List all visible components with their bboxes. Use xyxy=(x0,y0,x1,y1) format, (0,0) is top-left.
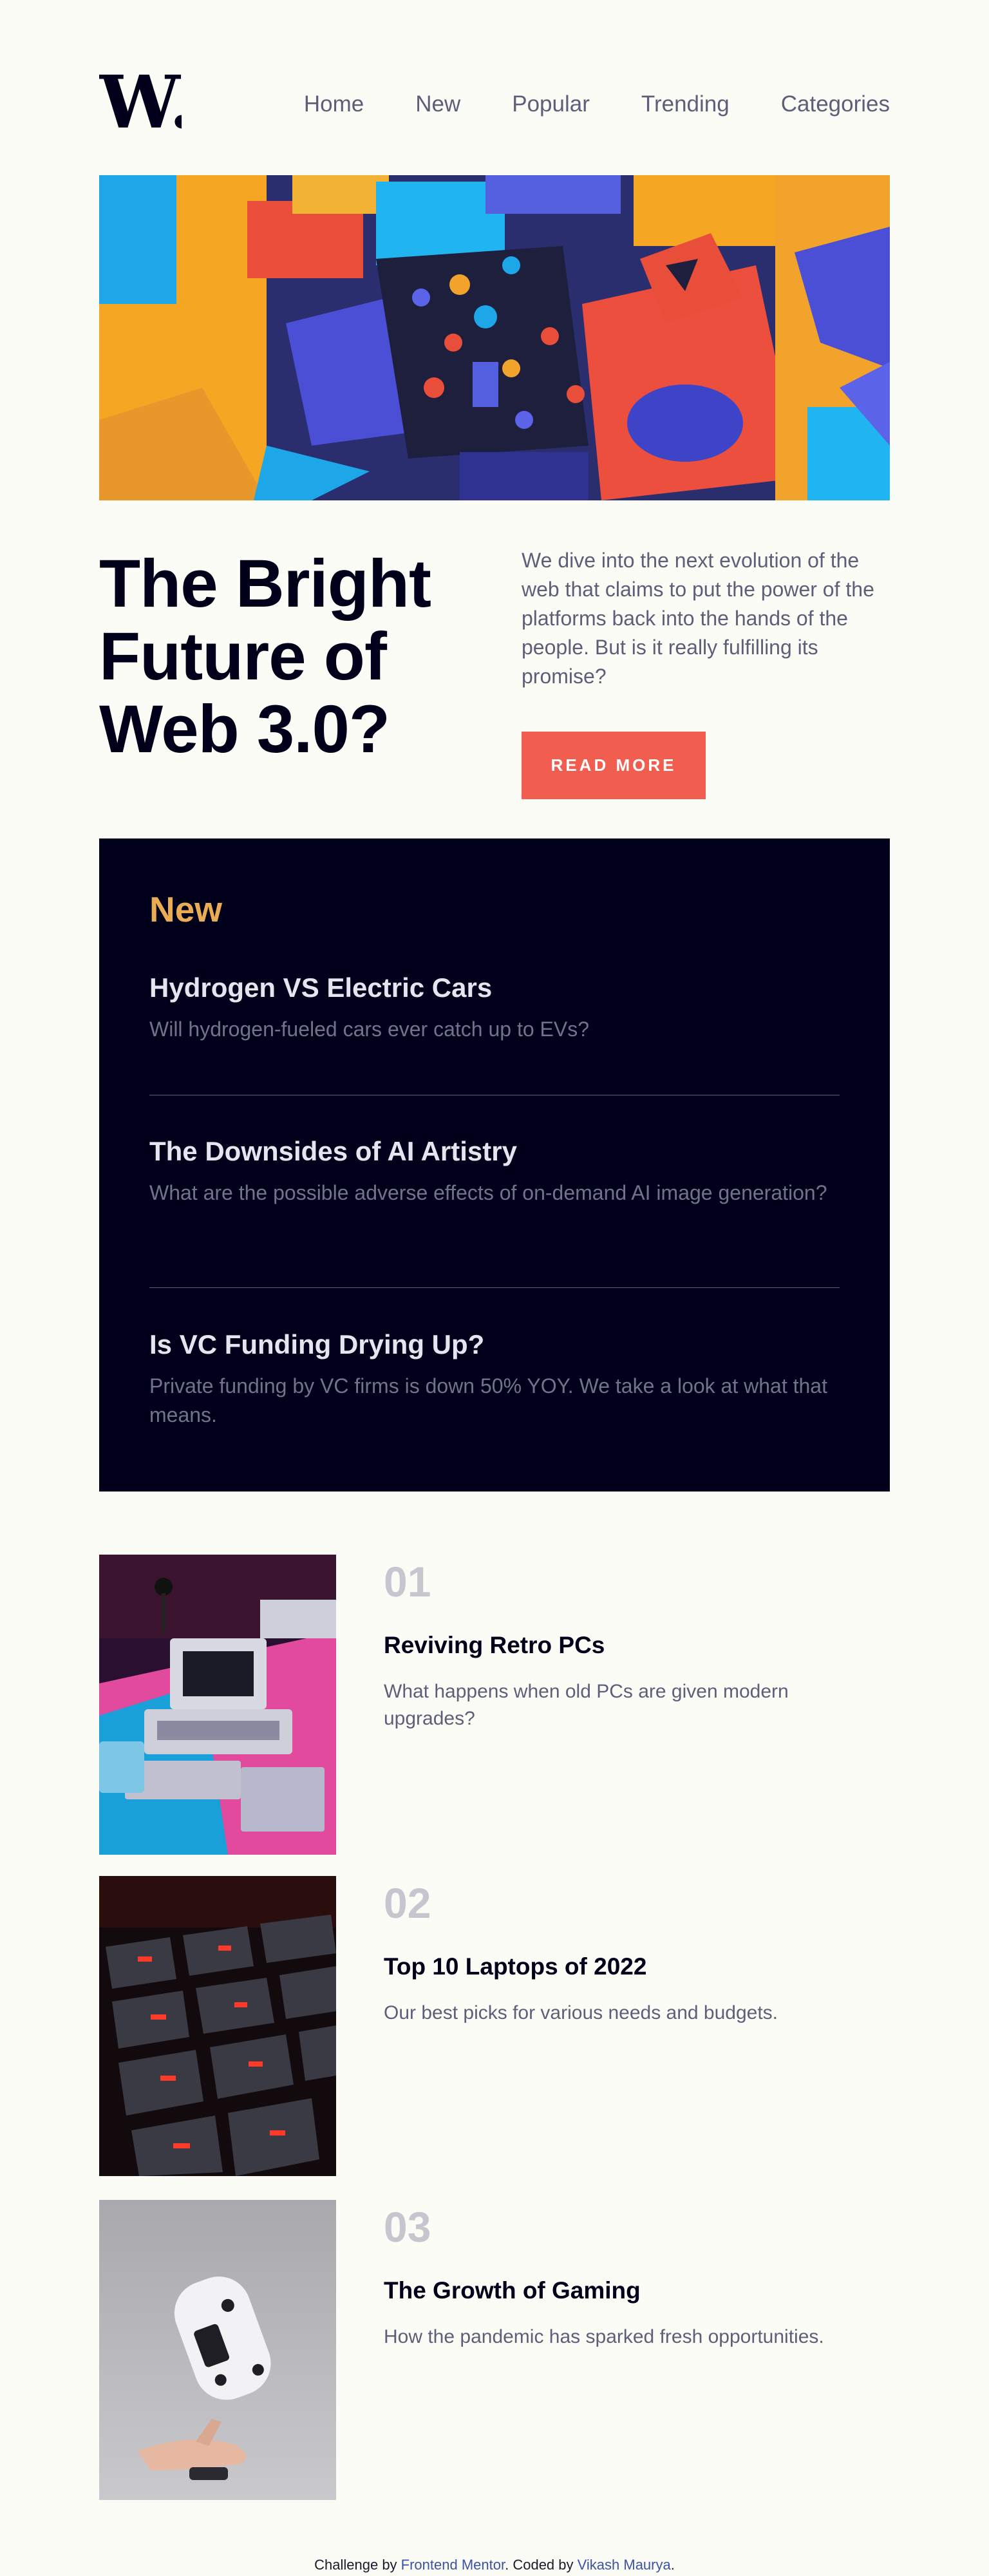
hero-description: We dive into the next evolution of the w… xyxy=(522,549,874,688)
new-item-title[interactable]: Hydrogen VS Electric Cars xyxy=(149,972,840,1003)
new-item: Is VC Funding Drying Up? Private funding… xyxy=(149,1329,840,1430)
retro-pc-image xyxy=(99,1555,336,1855)
article-card: 02 Top 10 Laptops of 2022 Our best picks… xyxy=(99,1876,890,2176)
laptop-keyboard-image xyxy=(99,1876,336,2176)
new-item: The Downsides of AI Artistry What are th… xyxy=(149,1136,840,1208)
nav-home[interactable]: Home xyxy=(304,91,364,117)
article-desc: How the pandemic has sparked fresh oppor… xyxy=(384,2326,824,2347)
article-title[interactable]: Reviving Retro PCs xyxy=(384,1632,605,1659)
site-logo[interactable]: W. xyxy=(99,71,182,135)
frontend-mentor-link[interactable]: Frontend Mentor xyxy=(401,2557,505,2573)
new-item-desc: Private funding by VC firms is down 50% … xyxy=(149,1374,827,1426)
author-link[interactable]: Vikash Maurya xyxy=(578,2557,671,2573)
main-nav: Home New Popular Trending Categories xyxy=(304,91,890,117)
footer-suffix: . xyxy=(670,2557,675,2573)
nav-trending[interactable]: Trending xyxy=(641,91,730,117)
footer-middle: . Coded by xyxy=(505,2557,578,2573)
footer-attribution: Challenge by Frontend Mentor. Coded by V… xyxy=(0,2557,989,2573)
article-desc: Our best picks for various needs and bud… xyxy=(384,2002,778,2023)
hero-title-line-1: The Bright xyxy=(99,546,431,621)
new-item-desc: Will hydrogen-fueled cars ever catch up … xyxy=(149,1018,589,1041)
article-desc: What happens when old PCs are given mode… xyxy=(384,1681,789,1729)
hero-title-line-3: Web 3.0? xyxy=(99,692,390,767)
hero-title-line-2: Future of xyxy=(99,619,387,694)
article-number: 03 xyxy=(384,2203,431,2251)
article-title[interactable]: Top 10 Laptops of 2022 xyxy=(384,1953,646,1980)
hero-image xyxy=(99,175,890,500)
new-item-title[interactable]: Is VC Funding Drying Up? xyxy=(149,1329,840,1360)
article-number: 01 xyxy=(384,1558,431,1605)
new-item-title[interactable]: The Downsides of AI Artistry xyxy=(149,1136,840,1167)
article-title[interactable]: The Growth of Gaming xyxy=(384,2277,641,2304)
new-item: Hydrogen VS Electric Cars Will hydrogen-… xyxy=(149,972,840,1044)
hero-title: The Bright Future of Web 3.0? xyxy=(99,547,460,766)
article-card: 03 The Growth of Gaming How the pandemic… xyxy=(99,2200,890,2500)
article-number: 02 xyxy=(384,1879,431,1927)
read-more-button[interactable]: READ MORE xyxy=(522,732,706,799)
divider xyxy=(149,1287,840,1288)
new-item-desc: What are the possible adverse effects of… xyxy=(149,1181,827,1204)
nav-new[interactable]: New xyxy=(415,91,460,117)
new-panel: New Hydrogen VS Electric Cars Will hydro… xyxy=(99,838,890,1492)
new-panel-title: New xyxy=(149,889,223,929)
logo-text: W. xyxy=(99,71,182,135)
article-card: 01 Reviving Retro PCs What happens when … xyxy=(99,1555,890,1855)
nav-categories[interactable]: Categories xyxy=(781,91,890,117)
gamepad-image xyxy=(99,2200,336,2500)
footer-prefix: Challenge by xyxy=(314,2557,401,2573)
nav-popular[interactable]: Popular xyxy=(512,91,590,117)
